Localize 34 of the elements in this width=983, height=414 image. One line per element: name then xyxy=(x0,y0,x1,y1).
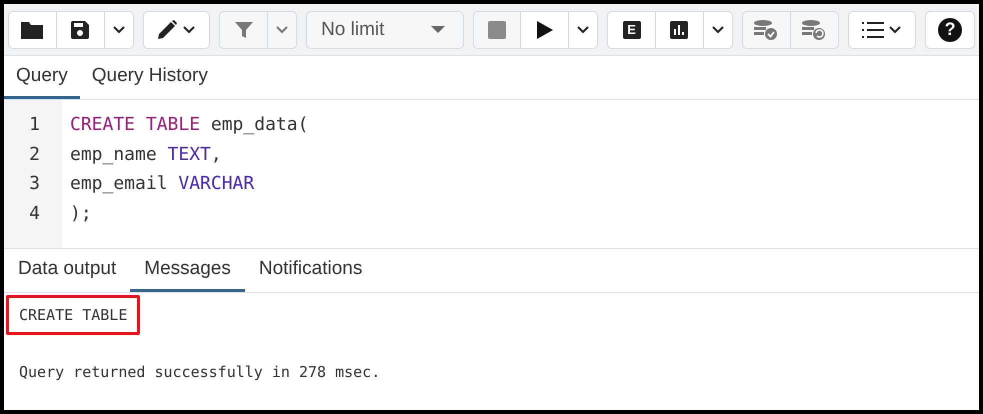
help-button[interactable]: ? xyxy=(926,12,974,48)
database-check-icon xyxy=(753,18,780,40)
code-line: emp_name TEXT, xyxy=(70,142,223,166)
message-text: CREATE TABLE xyxy=(6,295,140,335)
line-number: 3 xyxy=(28,172,41,196)
play-icon xyxy=(536,20,553,38)
tab[interactable]: Notifications xyxy=(244,249,376,292)
row-limit-select[interactable]: No limit xyxy=(306,10,464,48)
tab[interactable]: Messages xyxy=(130,249,245,292)
caret-icon xyxy=(576,24,590,34)
caret-icon xyxy=(888,24,902,34)
pencil-icon xyxy=(156,18,178,40)
caret-icon xyxy=(710,24,725,34)
tab[interactable]: Data output xyxy=(4,249,130,292)
stop-icon xyxy=(488,20,506,38)
tab[interactable]: Query History xyxy=(80,56,220,99)
line-number: 4 xyxy=(28,202,41,226)
line-number: 2 xyxy=(28,142,41,166)
database-undo-icon xyxy=(801,18,828,40)
bar-chart-icon xyxy=(670,20,688,38)
code-line: CREATE TABLE emp_data( xyxy=(70,113,308,137)
line-number: 1 xyxy=(28,113,41,137)
caret-icon xyxy=(182,24,196,34)
dropdown-icon xyxy=(430,26,445,34)
folder-icon xyxy=(20,20,44,40)
numbered-list-icon xyxy=(862,20,884,38)
code-line: emp_email VARCHAR xyxy=(70,172,256,196)
caret-icon xyxy=(275,24,290,34)
code-line: ); xyxy=(70,202,93,226)
save-icon xyxy=(70,20,90,40)
caret-icon xyxy=(112,24,126,34)
explain-button[interactable]: E xyxy=(608,12,656,48)
filter-icon xyxy=(234,20,254,40)
message-text: Query returned successfully in 278 msec. xyxy=(18,362,382,383)
